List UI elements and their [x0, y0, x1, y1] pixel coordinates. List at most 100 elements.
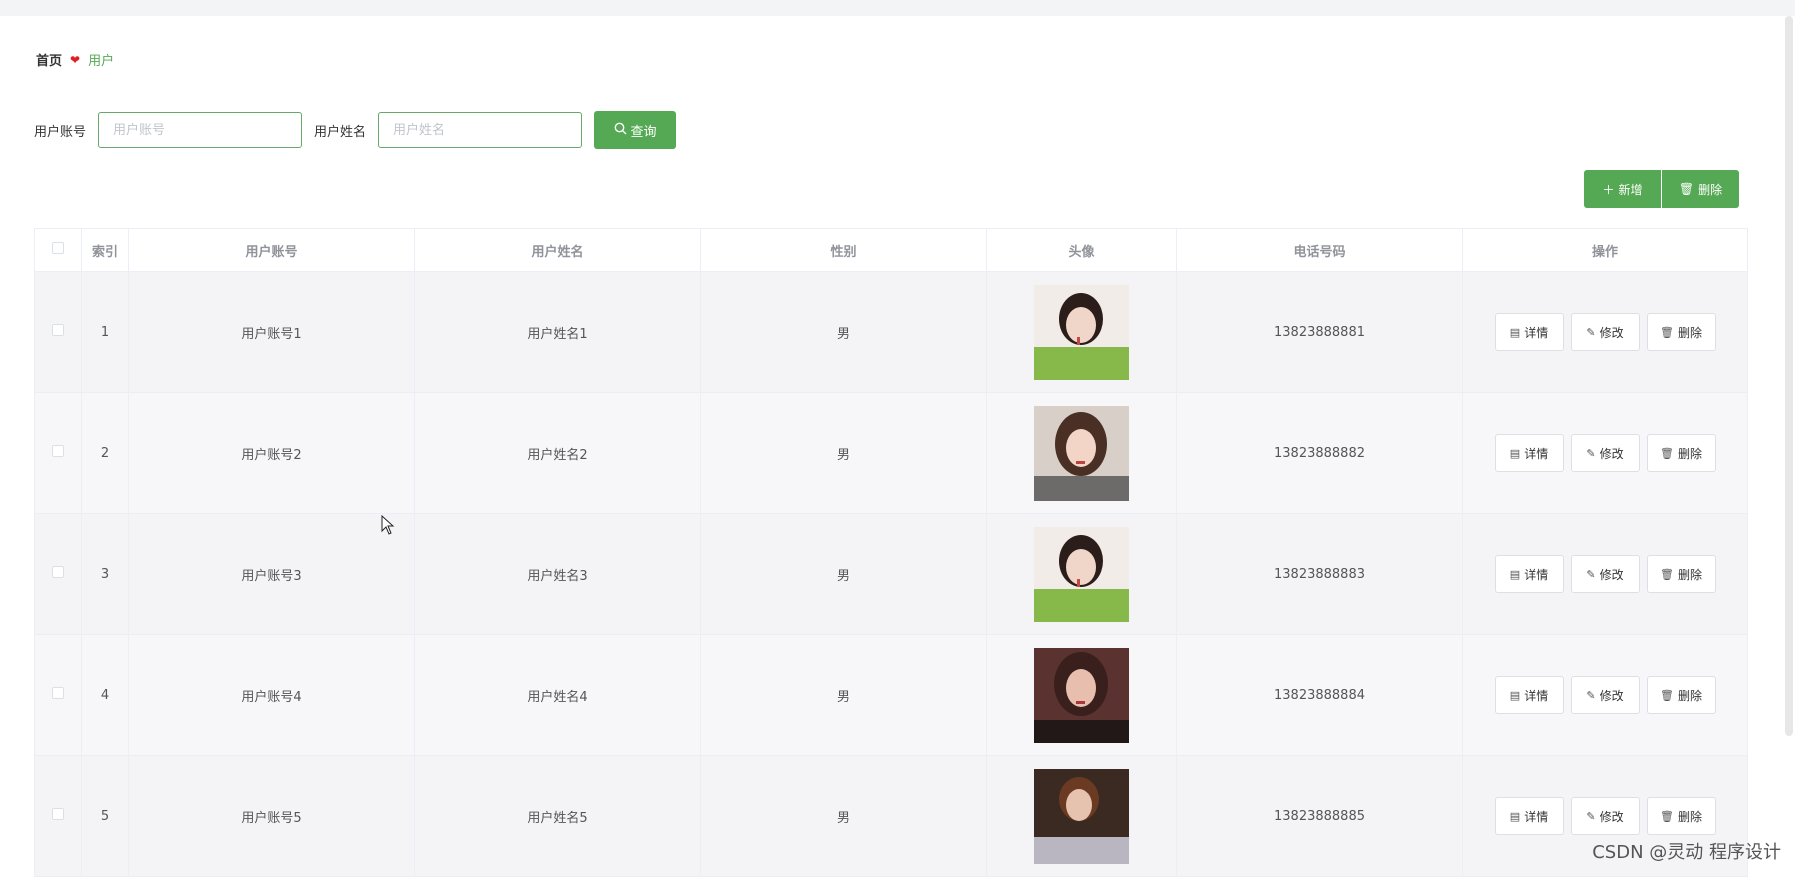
detail-button[interactable]: ▤ 详情 [1494, 555, 1564, 593]
col-gender: 性别 [700, 228, 987, 272]
delete-label: 删除 [1677, 688, 1702, 703]
user-table: 索引 用户账号 用户姓名 性别 头像 电话号码 操作 1 用户账号1 用户姓名1… [34, 228, 1748, 877]
edit-label: 修改 [1599, 809, 1624, 824]
row-checkbox[interactable] [52, 324, 64, 336]
search-button[interactable]: 查询 [594, 111, 677, 149]
detail-label: 详情 [1524, 688, 1549, 703]
row-name: 用户姓名2 [414, 392, 701, 514]
row-account: 用户账号1 [128, 271, 415, 393]
delete-button[interactable]: 🗑 删除 [1646, 434, 1716, 472]
edit-label: 修改 [1599, 325, 1624, 340]
row-gender: 男 [700, 634, 987, 756]
trash-icon: 🗑 [1660, 446, 1674, 460]
select-all-checkbox[interactable] [52, 242, 64, 254]
search-icon [614, 122, 627, 139]
row-name: 用户姓名1 [414, 271, 701, 393]
row-index: 1 [81, 271, 129, 393]
add-button-label: 新增 [1618, 182, 1643, 197]
pencil-icon: ✎ [1586, 688, 1596, 702]
row-phone: 13823888881 [1176, 271, 1463, 393]
detail-button[interactable]: ▤ 详情 [1494, 434, 1564, 472]
row-avatar-cell [986, 513, 1177, 635]
row-account: 用户账号5 [128, 755, 415, 877]
row-checkbox[interactable] [52, 445, 64, 457]
detail-button[interactable]: ▤ 详情 [1494, 313, 1564, 351]
row-checkbox[interactable] [52, 566, 64, 578]
trash-icon: 🗑 [1660, 325, 1674, 339]
breadcrumb: 首页 ❤ 用户 [36, 50, 115, 70]
row-avatar-cell [986, 271, 1177, 393]
search-bar: 用户账号 用户姓名 查询 [34, 111, 677, 149]
document-icon: ▤ [1509, 446, 1521, 460]
col-account: 用户账号 [128, 228, 415, 272]
delete-button[interactable]: 🗑 删除 [1646, 555, 1716, 593]
mouse-pointer-icon [381, 514, 395, 539]
detail-button[interactable]: ▤ 详情 [1494, 676, 1564, 714]
vertical-scrollbar[interactable] [1785, 16, 1793, 736]
row-select-cell [34, 271, 82, 393]
row-index: 5 [81, 755, 129, 877]
table-toolbar: ＋ 新增 🗑 删除 [1584, 170, 1739, 208]
col-phone: 电话号码 [1176, 228, 1463, 272]
row-ops: ▤ 详情 ✎ 修改 🗑 删除 [1462, 634, 1748, 756]
edit-button[interactable]: ✎ 修改 [1570, 313, 1640, 351]
breadcrumb-current: 用户 [88, 54, 115, 69]
detail-button[interactable]: ▤ 详情 [1494, 797, 1564, 835]
table-row: 4 用户账号4 用户姓名4 男 13823888884 ▤ 详情 ✎ 修改 🗑 删除 [34, 634, 1748, 756]
avatar [1034, 647, 1129, 743]
delete-label: 删除 [1677, 325, 1702, 340]
avatar [1034, 405, 1129, 501]
account-search-input[interactable] [98, 112, 303, 148]
row-checkbox[interactable] [52, 808, 64, 820]
table-row: 5 用户账号5 用户姓名5 男 13823888885 ▤ 详情 ✎ 修改 🗑 删除 [34, 755, 1748, 877]
row-phone: 13823888882 [1176, 392, 1463, 514]
document-icon: ▤ [1509, 325, 1521, 339]
name-label: 用户姓名 [314, 124, 367, 140]
row-avatar-cell [986, 634, 1177, 756]
row-name: 用户姓名3 [414, 513, 701, 635]
row-phone: 13823888883 [1176, 513, 1463, 635]
delete-button[interactable]: 🗑 删除 [1646, 797, 1716, 835]
detail-label: 详情 [1524, 809, 1549, 824]
detail-label: 详情 [1524, 446, 1549, 461]
delete-label: 删除 [1677, 446, 1702, 461]
row-checkbox[interactable] [52, 687, 64, 699]
edit-label: 修改 [1599, 446, 1624, 461]
row-gender: 男 [700, 513, 987, 635]
row-account: 用户账号4 [128, 634, 415, 756]
row-avatar-cell [986, 755, 1177, 877]
name-search-input[interactable] [378, 112, 583, 148]
breadcrumb-home[interactable]: 首页 [36, 50, 62, 69]
select-all-cell [34, 228, 82, 272]
edit-label: 修改 [1599, 688, 1624, 703]
edit-button[interactable]: ✎ 修改 [1570, 555, 1640, 593]
edit-button[interactable]: ✎ 修改 [1570, 434, 1640, 472]
add-button[interactable]: ＋ 新增 [1584, 170, 1661, 208]
row-index: 2 [81, 392, 129, 514]
delete-label: 删除 [1677, 567, 1702, 582]
row-account: 用户账号3 [128, 513, 415, 635]
delete-button[interactable]: 🗑 删除 [1646, 313, 1716, 351]
avatar [1034, 526, 1129, 622]
plus-icon: ＋ [1602, 182, 1615, 197]
row-gender: 男 [700, 271, 987, 393]
table-row: 2 用户账号2 用户姓名2 男 13823888882 ▤ 详情 ✎ 修改 🗑 删除 [34, 392, 1748, 514]
row-select-cell [34, 634, 82, 756]
row-index: 4 [81, 634, 129, 756]
edit-button[interactable]: ✎ 修改 [1570, 676, 1640, 714]
watermark: CSDN @灵动 程序设计 [1592, 842, 1781, 863]
row-name: 用户姓名4 [414, 634, 701, 756]
row-gender: 男 [700, 755, 987, 877]
trash-icon: 🗑 [1678, 182, 1695, 196]
row-ops: ▤ 详情 ✎ 修改 🗑 删除 [1462, 392, 1748, 514]
col-name: 用户姓名 [414, 228, 701, 272]
batch-delete-button[interactable]: 🗑 删除 [1662, 170, 1739, 208]
col-ops: 操作 [1462, 228, 1748, 272]
delete-button[interactable]: 🗑 删除 [1646, 676, 1716, 714]
row-phone: 13823888885 [1176, 755, 1463, 877]
edit-button[interactable]: ✎ 修改 [1570, 797, 1640, 835]
row-index: 3 [81, 513, 129, 635]
avatar [1034, 284, 1129, 380]
row-avatar-cell [986, 392, 1177, 514]
pencil-icon: ✎ [1586, 567, 1596, 581]
